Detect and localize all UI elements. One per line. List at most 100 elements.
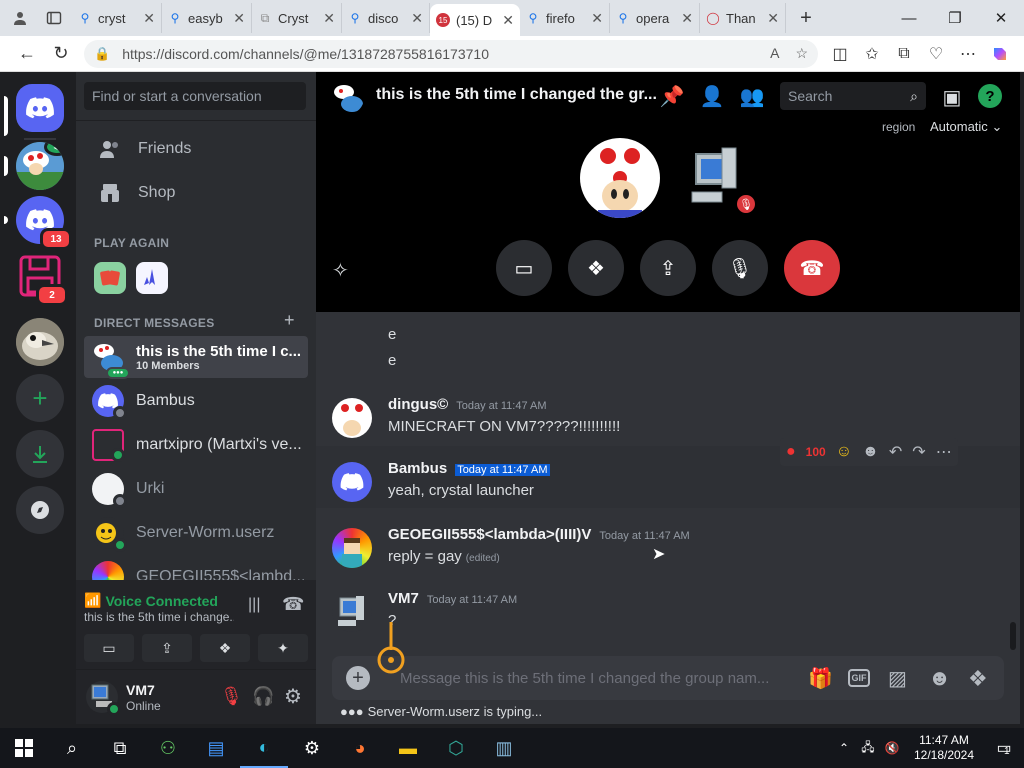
shop-nav[interactable]: Shop [84,172,308,214]
more-icon[interactable]: ⋯ [936,442,952,462]
tab-disco[interactable]: ⚲ disco ✕ [342,3,430,33]
network-app-icon[interactable]: ⚇ [144,728,192,768]
download-apps-button[interactable] [16,430,64,478]
minimize-icon[interactable]: — [886,0,932,36]
apple-reaction-icon[interactable]: ● [786,443,796,461]
tab-cryst-page[interactable]: ⧉ Cryst ✕ [252,3,342,33]
mic-toggle-button[interactable]: 🎙 [712,240,768,296]
camera-off-icon[interactable]: ▭ [84,634,134,662]
profile-icon[interactable] [6,4,34,32]
notification-icon[interactable]: ▭ 1 [984,738,1024,758]
find-conversation-input[interactable]: Find or start a conversation [84,82,306,110]
add-server-button[interactable]: + [16,374,64,422]
back-icon[interactable]: ← [10,39,44,69]
more-icon[interactable]: ⋯ [952,39,984,69]
restore-icon[interactable]: ❐ [932,0,978,36]
network-icon[interactable]: 🖧 [856,738,880,759]
close-icon[interactable]: ✕ [502,12,514,29]
attach-plus-icon[interactable]: + [346,666,370,690]
tab-actions-icon[interactable] [40,4,68,32]
region-select[interactable]: Automatic ⌄ [930,119,1002,135]
soundboard-toggle-icon[interactable]: ✧ [332,258,349,283]
remote-desktop-icon[interactable]: ▤ [192,728,240,768]
home-button[interactable] [16,84,64,132]
read-aloud-icon[interactable]: A [770,45,779,62]
avatar[interactable] [332,462,372,502]
search-input[interactable]: Search ⌕ [780,82,926,110]
avatar[interactable] [332,528,372,568]
tab-opera-search[interactable]: ⚲ opera ✕ [610,3,700,33]
tab-easyb[interactable]: ⚲ easyb ✕ [162,3,252,33]
search-icon[interactable]: ⌕ [48,728,96,768]
settings-gear-icon[interactable]: ⚙ [288,728,336,768]
favorite-star-icon[interactable]: ☆ [795,45,808,62]
split-screen-icon[interactable]: ◫ [824,39,856,69]
noise-suppression-icon[interactable]: ||| [248,596,260,614]
activity-button[interactable]: ❖ [568,240,624,296]
close-icon[interactable]: ✕ [767,10,779,27]
message-author[interactable]: VM7 Today at 11:47 AM [388,590,517,607]
participant-vm7[interactable]: 🎙 [686,146,758,216]
close-icon[interactable]: ✕ [411,10,423,27]
laughing-reaction-icon[interactable]: ☺ [836,443,852,461]
camera-off-button[interactable]: ▭ [496,240,552,296]
close-icon[interactable]: ✕ [681,10,693,27]
mic-muted-icon[interactable]: 🎙 [220,686,243,707]
avatar[interactable] [86,681,121,716]
pin-icon[interactable]: 📌 [660,84,685,108]
activities-icon[interactable]: ❖ [200,634,250,662]
task-view-icon[interactable]: ⧉ [96,728,144,768]
tab-discord-active[interactable]: 15 (15) D ✕ [430,4,520,36]
soundboard-icon[interactable]: ✦ [258,634,308,662]
create-dm-plus-icon[interactable]: + [284,310,295,331]
game-icon[interactable] [94,262,126,294]
participant-toad[interactable] [580,138,660,218]
dm-urki[interactable]: Urki [84,468,308,510]
disconnect-icon[interactable]: ☎ [282,594,304,615]
gif-icon[interactable]: GIF [848,669,870,687]
add-reaction-icon[interactable]: ☻ [862,443,879,461]
server-discord[interactable]: 13 [16,196,72,250]
new-tab-icon[interactable]: + [792,4,820,32]
tab-cryst[interactable]: ⚲ cryst ✕ [72,3,162,33]
app-launcher-icon[interactable]: ❖ [968,666,988,692]
message-author[interactable]: Bambus Today at 11:47 AM [388,460,550,477]
firefox-icon[interactable]: ◕ [336,728,384,768]
add-friends-icon[interactable]: 👤 [700,84,725,108]
disconnect-call-button[interactable]: ☎ [784,240,840,296]
message-author[interactable]: dingus© Today at 11:47 AM [388,396,547,413]
settings-gear-icon[interactable]: ⚙ [284,684,302,709]
server-bird[interactable] [16,318,64,366]
server-toad[interactable]: ◀ [16,142,64,190]
browser-essentials-icon[interactable]: ♡ [920,39,952,69]
file-explorer-icon[interactable]: ▬ [384,728,432,768]
message-composer[interactable]: + Message this is the 5th time I changed… [332,622,1004,700]
edge-icon[interactable]: ◐ [240,728,288,768]
screen-share-icon[interactable]: ⇪ [142,634,192,662]
url-field[interactable]: 🔒 https://discord.com/channels/@me/13187… [84,39,818,68]
windows-start-icon[interactable] [0,728,48,768]
reply-icon[interactable]: ↶ [889,442,902,462]
chevron-up-icon[interactable]: ⌃ [832,741,856,755]
server-floppy[interactable]: 2 [16,252,68,306]
discover-button[interactable] [16,486,64,534]
forward-icon[interactable]: ↷ [912,442,925,462]
screen-share-button[interactable]: ⇪ [640,240,696,296]
tab-thanks[interactable]: ◯ Than ✕ [700,3,786,33]
help-icon[interactable]: ? [978,84,1002,108]
dm-bambus[interactable]: Bambus [84,380,308,422]
dm-group-chat[interactable]: ●●● this is the 5th time I c... 10 Membe… [84,336,308,379]
headset-icon[interactable]: 🎧 [252,686,274,707]
tab-firefo[interactable]: ⚲ firefo ✕ [520,3,610,33]
message-author[interactable]: GEOEGII555$<lambda>(IIII)V Today at 11:47… [388,526,690,543]
voice-channel-name[interactable]: this is the 5th time i change... [84,610,234,624]
copilot-icon[interactable] [984,39,1016,69]
hundred-reaction-icon[interactable]: 100 [806,445,826,459]
game-icon[interactable] [136,262,168,294]
volume-muted-icon[interactable]: 🔇 [880,741,904,755]
sticker-icon[interactable]: ▨ [888,666,907,691]
dm-martxipro[interactable]: martxipro (Martxi's ve... [84,424,308,466]
scrollbar-thumb[interactable] [1010,622,1016,650]
close-icon[interactable]: ✕ [143,10,155,27]
close-icon[interactable]: ✕ [591,10,603,27]
